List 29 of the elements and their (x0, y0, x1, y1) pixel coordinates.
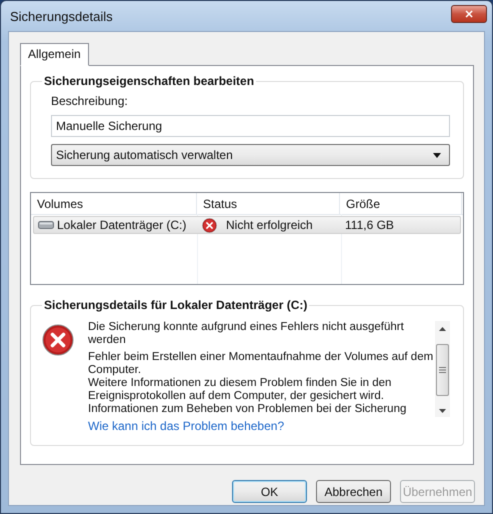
tab[interactable]: Allgemein (20, 43, 89, 66)
description-field[interactable]: Manuelle Sicherung (51, 115, 450, 137)
grip-icon (439, 367, 446, 373)
table-row[interactable]: Lokaler Datenträger (C:) Nicht erfolgreich 111,6 GB (33, 216, 461, 234)
dialog-button[interactable]: OK (232, 480, 307, 503)
error-heading: Die Sicherung konnte aufgrund eines Fehlers nicht ausgeführt werden (88, 321, 405, 347)
scrollbar[interactable] (435, 321, 450, 417)
dropdown-arrow-icon (433, 152, 441, 158)
error-icon (202, 218, 217, 232)
column-header[interactable]: Status (197, 193, 340, 214)
error-icon (42, 324, 74, 356)
table-cell: 111,6 GB (345, 218, 394, 232)
error-message: Fehler beim Erstellen einer Momentaufnahme der Volumes auf dem Computer. Weitere Informationen zu diesem Problem finden Sie in den Ereignisprotokollen auf dem Computer, der gesichert wird. Informationen zum Beheben von Problemen bei der Sicherung (88, 351, 434, 416)
drive-icon (38, 221, 54, 229)
help-link[interactable]: Wie kann ich das Problem beheben? (88, 419, 284, 433)
dialog-button[interactable]: Abbrechen (316, 480, 391, 503)
close-button[interactable]: ✕ (451, 5, 487, 23)
dropdown[interactable]: Sicherung automatisch verwalten (51, 144, 450, 166)
group-title: Sicherungsdetails für Lokaler Datenträger (C:) (43, 298, 308, 312)
column-header[interactable]: Volumes (31, 193, 197, 214)
column-header[interactable]: Größe (340, 193, 462, 214)
table-cell: Lokaler Datenträger (C:) (57, 218, 186, 232)
group-title: Sicherungseigenschaften bearbeiten (43, 74, 256, 88)
field-label: Beschreibung: (51, 94, 129, 108)
scroll-up-icon (439, 327, 446, 331)
scroll-thumb[interactable] (436, 344, 449, 396)
scroll-down-icon (439, 409, 446, 413)
window-title: Sicherungsdetails (10, 8, 113, 24)
table-cell: Nicht erfolgreich (226, 218, 313, 232)
